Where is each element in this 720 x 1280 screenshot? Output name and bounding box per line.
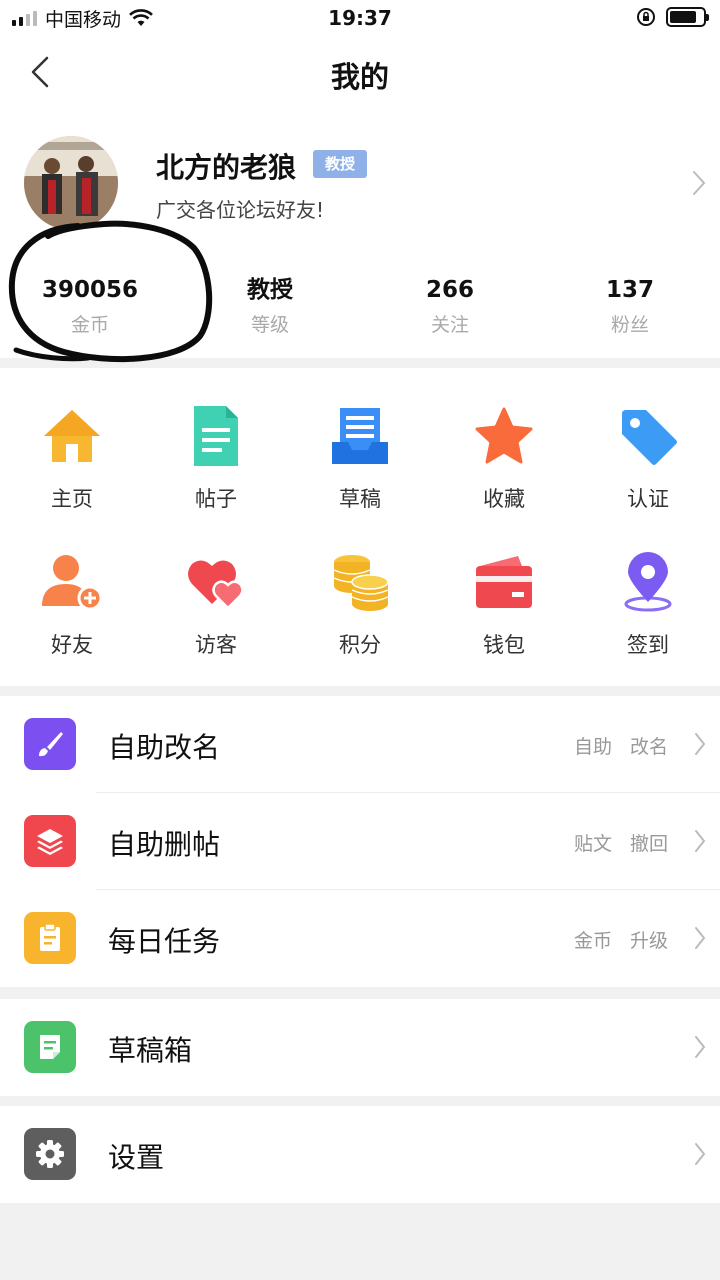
grid-label: 签到 xyxy=(627,633,669,657)
grid-item-home[interactable]: 主页 xyxy=(0,368,144,511)
profile-card[interactable]: 北方的老狼 教授 广交各位论坛好友! 390056 金币 教授 等级 266 关… xyxy=(0,110,720,358)
layers-icon xyxy=(24,815,76,867)
list-item-tag: 撤回 xyxy=(629,833,668,855)
grid-item-posts[interactable]: 帖子 xyxy=(144,368,288,511)
nav-bar: 我的 xyxy=(0,36,720,110)
chevron-right-icon xyxy=(694,1035,706,1063)
page-title: 我的 xyxy=(330,60,389,94)
grid-item-drafts[interactable]: 草稿 xyxy=(288,368,432,511)
list-item-settings[interactable]: 设置 xyxy=(0,1106,720,1203)
add-friend-icon xyxy=(42,555,102,611)
list-item-tag: 改名 xyxy=(629,736,668,758)
tools-list: 自助改名 自助 改名 自助删帖 贴文 撤回 每日任务 金币 升级 xyxy=(0,696,720,987)
status-bar: 中国移动 19:37 xyxy=(0,0,720,36)
draft-tray-icon xyxy=(332,408,388,464)
list-item-draft-box[interactable]: 草稿箱 xyxy=(0,999,720,1096)
grid-item-points[interactable]: 积分 xyxy=(288,514,432,657)
chevron-right-icon xyxy=(694,732,706,760)
home-icon xyxy=(44,410,100,462)
list-item-tag: 自助 xyxy=(573,736,612,758)
grid-label: 积分 xyxy=(339,633,381,657)
list-item-daily-tasks[interactable]: 每日任务 金币 升级 xyxy=(0,890,720,987)
wallet-icon xyxy=(476,556,532,608)
tag-icon xyxy=(622,410,677,465)
grid-item-favorites[interactable]: 收藏 xyxy=(432,368,576,511)
star-icon xyxy=(475,407,533,464)
grid-label: 访客 xyxy=(195,633,237,657)
user-name: 北方的老狼 xyxy=(156,151,297,184)
feature-grid: 主页 帖子 草稿 收藏 认证 好友 访客 积分 钱包 签到 xyxy=(0,368,720,686)
user-signature: 广交各位论坛好友! xyxy=(156,198,325,222)
chevron-right-icon xyxy=(694,829,706,857)
gear-icon xyxy=(24,1128,76,1180)
grid-item-friends[interactable]: 好友 xyxy=(0,514,144,657)
stat-value: 137 xyxy=(605,277,654,303)
list-item-tag: 金币 xyxy=(573,930,612,952)
chevron-right-icon xyxy=(694,1142,706,1170)
rotation-lock-icon xyxy=(637,8,655,26)
grid-label: 好友 xyxy=(51,633,93,657)
avatar[interactable] xyxy=(24,136,118,230)
grid-label: 主页 xyxy=(51,487,93,511)
status-time: 19:37 xyxy=(328,6,392,30)
document-icon xyxy=(194,406,238,466)
settings-list: 设置 xyxy=(0,1106,720,1203)
grid-item-checkin[interactable]: 签到 xyxy=(576,514,720,657)
list-item-title: 设置 xyxy=(108,1141,165,1174)
list-item-tag: 贴文 xyxy=(573,833,612,855)
draft-note-icon xyxy=(24,1021,76,1073)
stat-label: 金币 xyxy=(70,314,109,336)
grid-label: 草稿 xyxy=(339,487,381,511)
stat-value: 390056 xyxy=(41,277,139,303)
rank-badge: 教授 xyxy=(313,150,368,178)
stat-followers[interactable]: 137 粉丝 xyxy=(540,270,720,350)
grid-label: 收藏 xyxy=(483,487,525,511)
list-item-rename[interactable]: 自助改名 自助 改名 xyxy=(0,696,720,793)
stat-label: 粉丝 xyxy=(610,314,649,336)
hearts-icon xyxy=(188,560,244,610)
grid-label: 认证 xyxy=(627,487,669,511)
stat-coins[interactable]: 390056 金币 xyxy=(0,270,180,350)
coins-icon xyxy=(333,555,389,611)
chevron-right-icon xyxy=(692,170,706,200)
grid-item-verify[interactable]: 认证 xyxy=(576,368,720,511)
list-item-title: 自助删帖 xyxy=(108,828,221,861)
grid-item-visitors[interactable]: 访客 xyxy=(144,514,288,657)
list-item-delete-post[interactable]: 自助删帖 贴文 撤回 xyxy=(0,793,720,890)
grid-item-wallet[interactable]: 钱包 xyxy=(432,514,576,657)
grid-label: 钱包 xyxy=(483,633,525,657)
stat-label: 等级 xyxy=(250,314,289,336)
brush-icon xyxy=(24,718,76,770)
stats-row: 390056 金币 教授 等级 266 关注 137 粉丝 xyxy=(0,270,720,350)
stat-value: 266 xyxy=(425,277,474,303)
clipboard-icon xyxy=(24,912,76,964)
battery-icon xyxy=(666,7,709,27)
list-item-title: 自助改名 xyxy=(108,731,221,764)
stat-following[interactable]: 266 关注 xyxy=(360,270,540,350)
grid-label: 帖子 xyxy=(195,487,237,511)
stat-value: 教授 xyxy=(247,277,293,303)
stat-label: 关注 xyxy=(430,314,469,336)
drafts-list: 草稿箱 xyxy=(0,999,720,1096)
chevron-right-icon xyxy=(694,926,706,954)
location-pin-icon xyxy=(624,552,672,612)
list-item-tag: 升级 xyxy=(629,930,668,952)
list-item-title: 草稿箱 xyxy=(108,1034,193,1067)
list-item-title: 每日任务 xyxy=(108,925,221,958)
stat-level[interactable]: 教授 等级 xyxy=(180,270,360,350)
